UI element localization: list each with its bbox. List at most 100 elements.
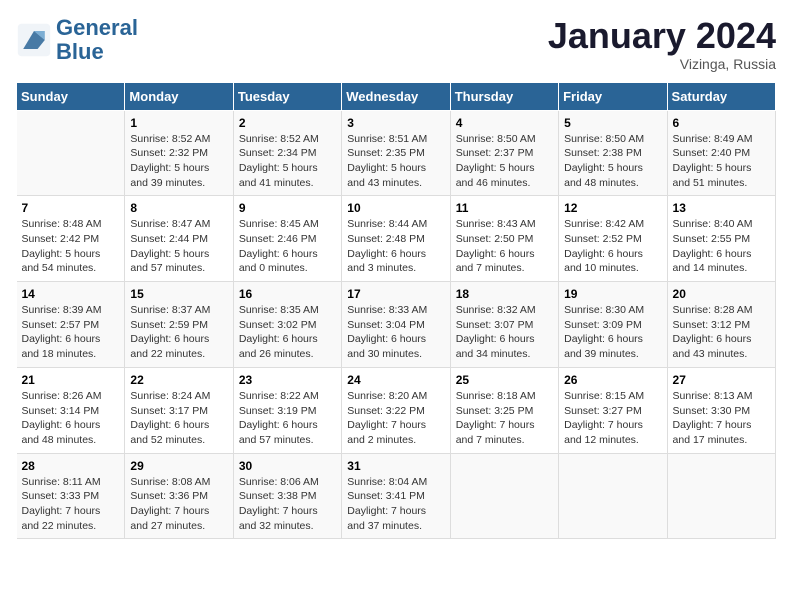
day-info: Sunrise: 8:22 AMSunset: 3:19 PMDaylight:…	[239, 389, 336, 448]
day-info: Sunrise: 8:15 AMSunset: 3:27 PMDaylight:…	[564, 389, 661, 448]
day-number: 24	[347, 373, 444, 387]
calendar-week-row: 28 Sunrise: 8:11 AMSunset: 3:33 PMDaylig…	[17, 453, 776, 539]
logo: General Blue	[16, 16, 138, 64]
calendar-cell: 18 Sunrise: 8:32 AMSunset: 3:07 PMDaylig…	[450, 282, 558, 368]
day-number: 6	[673, 116, 770, 130]
calendar-cell: 6 Sunrise: 8:49 AMSunset: 2:40 PMDayligh…	[667, 110, 775, 196]
calendar-cell: 27 Sunrise: 8:13 AMSunset: 3:30 PMDaylig…	[667, 367, 775, 453]
calendar-cell: 29 Sunrise: 8:08 AMSunset: 3:36 PMDaylig…	[125, 453, 233, 539]
calendar-cell: 16 Sunrise: 8:35 AMSunset: 3:02 PMDaylig…	[233, 282, 341, 368]
day-info: Sunrise: 8:28 AMSunset: 3:12 PMDaylight:…	[673, 303, 770, 362]
calendar-cell: 15 Sunrise: 8:37 AMSunset: 2:59 PMDaylig…	[125, 282, 233, 368]
day-info: Sunrise: 8:42 AMSunset: 2:52 PMDaylight:…	[564, 217, 661, 276]
day-number: 20	[673, 287, 770, 301]
day-number: 1	[130, 116, 227, 130]
weekday-row: SundayMondayTuesdayWednesdayThursdayFrid…	[17, 82, 776, 110]
calendar-cell	[17, 110, 125, 196]
calendar-cell: 28 Sunrise: 8:11 AMSunset: 3:33 PMDaylig…	[17, 453, 125, 539]
day-number: 5	[564, 116, 661, 130]
location-subtitle: Vizinga, Russia	[548, 56, 776, 72]
calendar-cell: 14 Sunrise: 8:39 AMSunset: 2:57 PMDaylig…	[17, 282, 125, 368]
day-number: 12	[564, 201, 661, 215]
month-title: January 2024	[548, 16, 776, 56]
day-info: Sunrise: 8:06 AMSunset: 3:38 PMDaylight:…	[239, 475, 336, 534]
day-number: 13	[673, 201, 770, 215]
calendar-cell: 4 Sunrise: 8:50 AMSunset: 2:37 PMDayligh…	[450, 110, 558, 196]
day-info: Sunrise: 8:52 AMSunset: 2:32 PMDaylight:…	[130, 132, 227, 191]
logo-text: General Blue	[56, 16, 138, 64]
day-number: 17	[347, 287, 444, 301]
day-info: Sunrise: 8:32 AMSunset: 3:07 PMDaylight:…	[456, 303, 553, 362]
weekday-header-saturday: Saturday	[667, 82, 775, 110]
calendar-cell: 2 Sunrise: 8:52 AMSunset: 2:34 PMDayligh…	[233, 110, 341, 196]
calendar-cell: 9 Sunrise: 8:45 AMSunset: 2:46 PMDayligh…	[233, 196, 341, 282]
day-info: Sunrise: 8:18 AMSunset: 3:25 PMDaylight:…	[456, 389, 553, 448]
weekday-header-thursday: Thursday	[450, 82, 558, 110]
day-info: Sunrise: 8:44 AMSunset: 2:48 PMDaylight:…	[347, 217, 444, 276]
calendar-header: SundayMondayTuesdayWednesdayThursdayFrid…	[17, 82, 776, 110]
day-number: 2	[239, 116, 336, 130]
calendar-week-row: 7 Sunrise: 8:48 AMSunset: 2:42 PMDayligh…	[17, 196, 776, 282]
day-number: 28	[22, 459, 120, 473]
day-number: 7	[22, 201, 120, 215]
day-info: Sunrise: 8:52 AMSunset: 2:34 PMDaylight:…	[239, 132, 336, 191]
day-number: 29	[130, 459, 227, 473]
day-info: Sunrise: 8:48 AMSunset: 2:42 PMDaylight:…	[22, 217, 120, 276]
day-info: Sunrise: 8:37 AMSunset: 2:59 PMDaylight:…	[130, 303, 227, 362]
calendar-cell	[559, 453, 667, 539]
day-number: 21	[22, 373, 120, 387]
logo-general: General	[56, 15, 138, 40]
day-info: Sunrise: 8:26 AMSunset: 3:14 PMDaylight:…	[22, 389, 120, 448]
day-info: Sunrise: 8:45 AMSunset: 2:46 PMDaylight:…	[239, 217, 336, 276]
calendar-cell: 24 Sunrise: 8:20 AMSunset: 3:22 PMDaylig…	[342, 367, 450, 453]
calendar-cell: 8 Sunrise: 8:47 AMSunset: 2:44 PMDayligh…	[125, 196, 233, 282]
day-number: 26	[564, 373, 661, 387]
day-info: Sunrise: 8:51 AMSunset: 2:35 PMDaylight:…	[347, 132, 444, 191]
day-number: 25	[456, 373, 553, 387]
calendar-cell: 10 Sunrise: 8:44 AMSunset: 2:48 PMDaylig…	[342, 196, 450, 282]
day-info: Sunrise: 8:39 AMSunset: 2:57 PMDaylight:…	[22, 303, 120, 362]
calendar-cell: 22 Sunrise: 8:24 AMSunset: 3:17 PMDaylig…	[125, 367, 233, 453]
weekday-header-tuesday: Tuesday	[233, 82, 341, 110]
calendar-body: 1 Sunrise: 8:52 AMSunset: 2:32 PMDayligh…	[17, 110, 776, 539]
calendar-cell: 30 Sunrise: 8:06 AMSunset: 3:38 PMDaylig…	[233, 453, 341, 539]
day-number: 14	[22, 287, 120, 301]
day-number: 19	[564, 287, 661, 301]
day-number: 8	[130, 201, 227, 215]
day-info: Sunrise: 8:04 AMSunset: 3:41 PMDaylight:…	[347, 475, 444, 534]
day-info: Sunrise: 8:24 AMSunset: 3:17 PMDaylight:…	[130, 389, 227, 448]
weekday-header-sunday: Sunday	[17, 82, 125, 110]
day-info: Sunrise: 8:20 AMSunset: 3:22 PMDaylight:…	[347, 389, 444, 448]
calendar-cell: 26 Sunrise: 8:15 AMSunset: 3:27 PMDaylig…	[559, 367, 667, 453]
calendar-cell: 21 Sunrise: 8:26 AMSunset: 3:14 PMDaylig…	[17, 367, 125, 453]
day-number: 4	[456, 116, 553, 130]
calendar-cell: 13 Sunrise: 8:40 AMSunset: 2:55 PMDaylig…	[667, 196, 775, 282]
day-number: 10	[347, 201, 444, 215]
day-info: Sunrise: 8:08 AMSunset: 3:36 PMDaylight:…	[130, 475, 227, 534]
calendar-cell	[667, 453, 775, 539]
day-number: 3	[347, 116, 444, 130]
calendar-cell: 23 Sunrise: 8:22 AMSunset: 3:19 PMDaylig…	[233, 367, 341, 453]
calendar-week-row: 1 Sunrise: 8:52 AMSunset: 2:32 PMDayligh…	[17, 110, 776, 196]
calendar-cell	[450, 453, 558, 539]
page-header: General Blue January 2024 Vizinga, Russi…	[16, 16, 776, 72]
title-block: January 2024 Vizinga, Russia	[548, 16, 776, 72]
weekday-header-wednesday: Wednesday	[342, 82, 450, 110]
calendar-cell: 25 Sunrise: 8:18 AMSunset: 3:25 PMDaylig…	[450, 367, 558, 453]
calendar-table: SundayMondayTuesdayWednesdayThursdayFrid…	[16, 82, 776, 540]
day-info: Sunrise: 8:49 AMSunset: 2:40 PMDaylight:…	[673, 132, 770, 191]
calendar-cell: 17 Sunrise: 8:33 AMSunset: 3:04 PMDaylig…	[342, 282, 450, 368]
day-number: 18	[456, 287, 553, 301]
calendar-week-row: 21 Sunrise: 8:26 AMSunset: 3:14 PMDaylig…	[17, 367, 776, 453]
day-number: 22	[130, 373, 227, 387]
calendar-cell: 12 Sunrise: 8:42 AMSunset: 2:52 PMDaylig…	[559, 196, 667, 282]
day-info: Sunrise: 8:50 AMSunset: 2:37 PMDaylight:…	[456, 132, 553, 191]
day-number: 31	[347, 459, 444, 473]
weekday-header-friday: Friday	[559, 82, 667, 110]
calendar-cell: 20 Sunrise: 8:28 AMSunset: 3:12 PMDaylig…	[667, 282, 775, 368]
calendar-cell: 5 Sunrise: 8:50 AMSunset: 2:38 PMDayligh…	[559, 110, 667, 196]
calendar-week-row: 14 Sunrise: 8:39 AMSunset: 2:57 PMDaylig…	[17, 282, 776, 368]
day-info: Sunrise: 8:35 AMSunset: 3:02 PMDaylight:…	[239, 303, 336, 362]
day-info: Sunrise: 8:30 AMSunset: 3:09 PMDaylight:…	[564, 303, 661, 362]
day-number: 27	[673, 373, 770, 387]
